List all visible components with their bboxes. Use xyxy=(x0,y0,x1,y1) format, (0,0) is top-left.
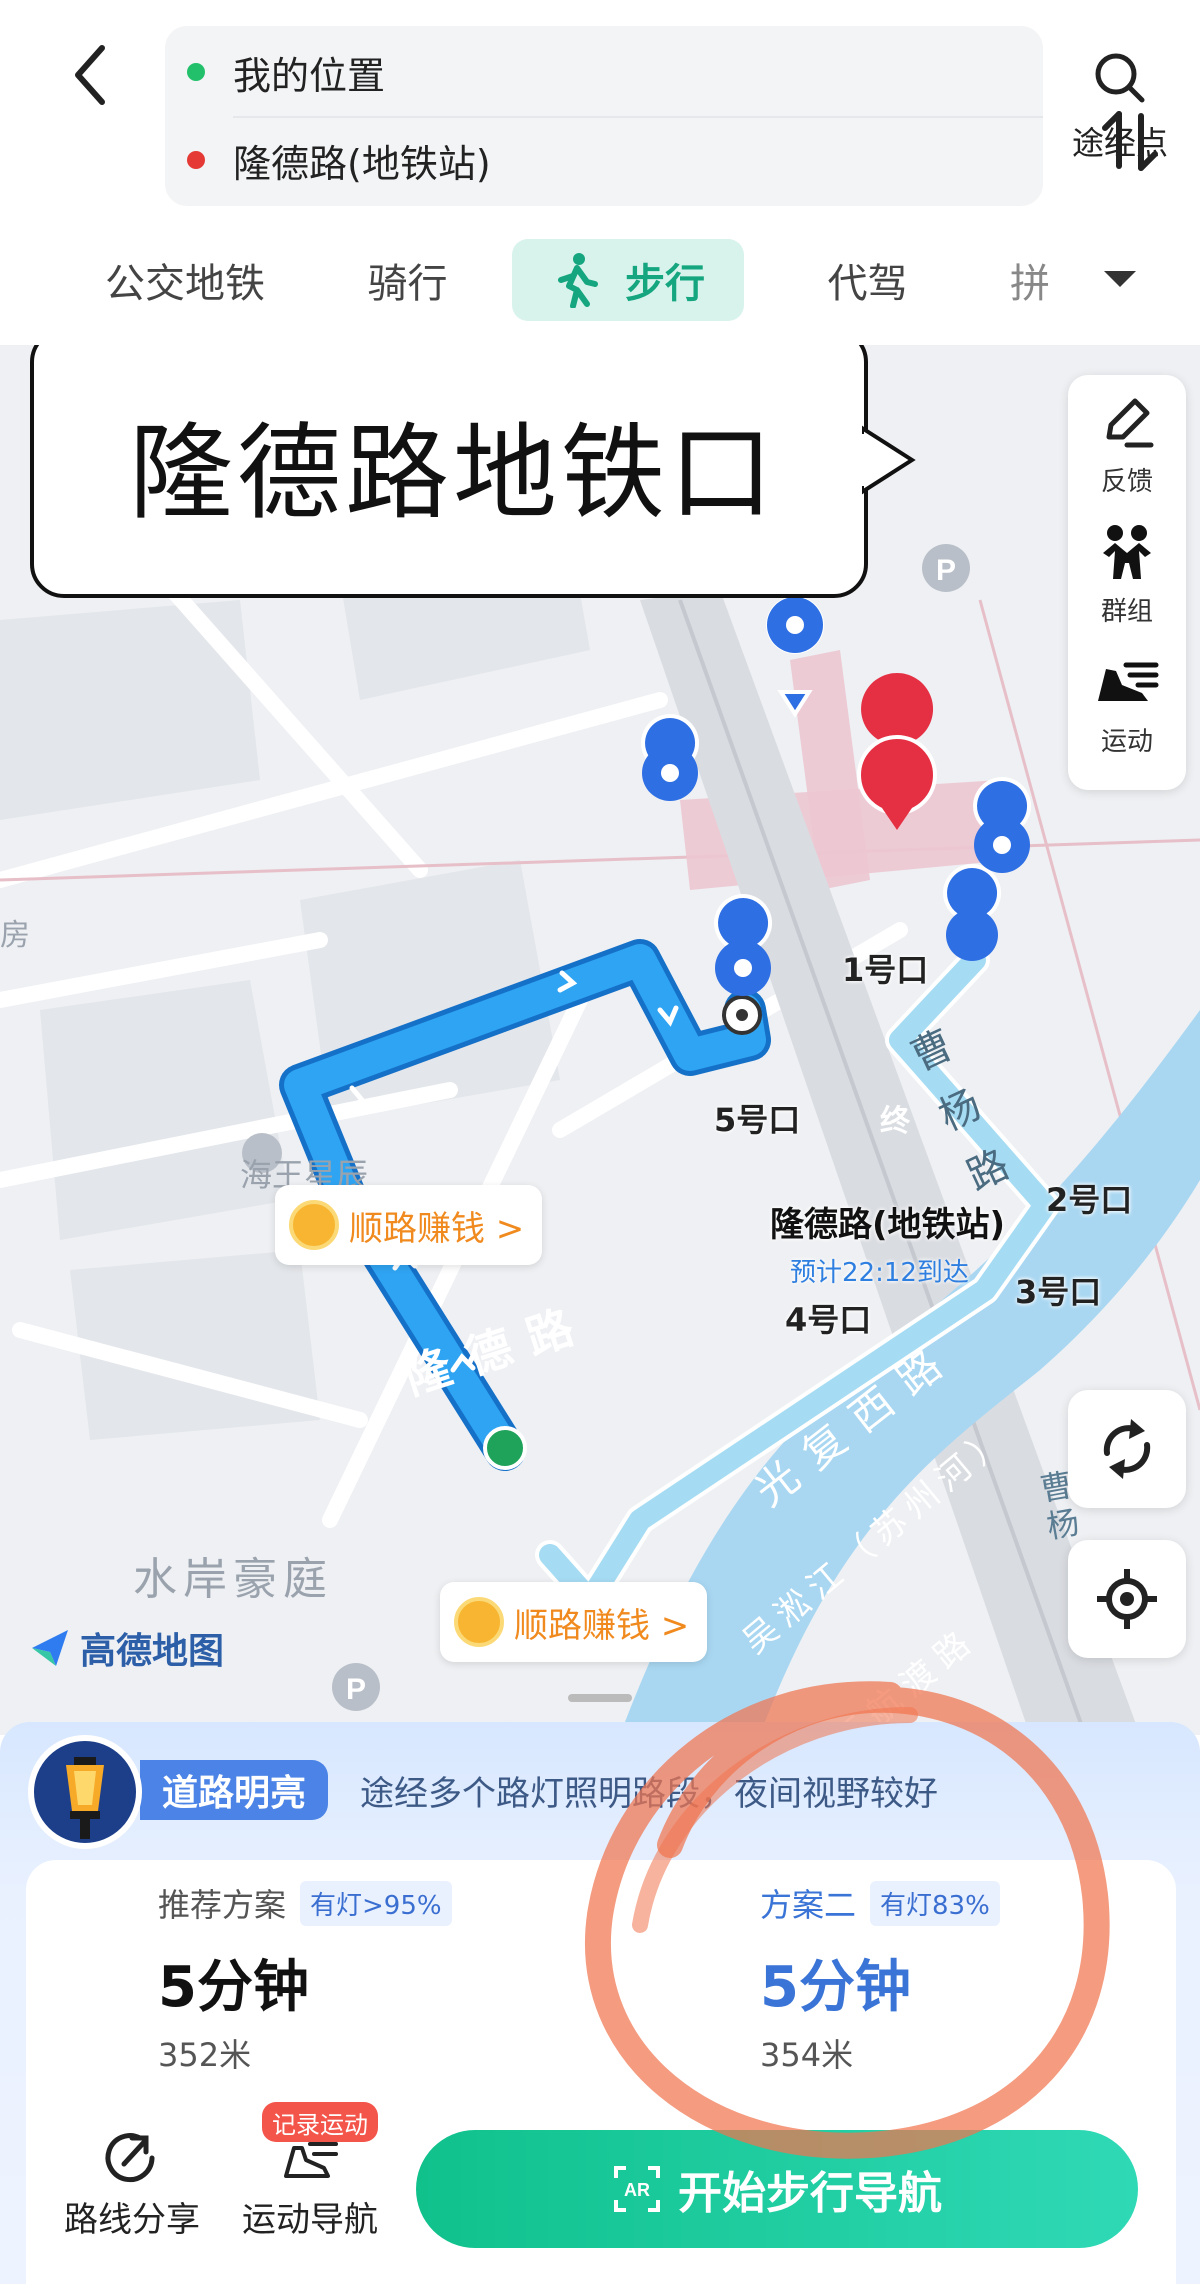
plan-name: 方案二 xyxy=(760,1886,857,1924)
group-people-icon xyxy=(1103,525,1151,579)
destination-callout: 隆德路地铁口 xyxy=(30,328,868,598)
tab-transit[interactable]: 公交地铁 xyxy=(80,239,290,321)
locate-me-button[interactable] xyxy=(1068,1540,1186,1658)
tab-carpool[interactable]: 拼 xyxy=(1000,239,1060,321)
origin-text: 我的位置 xyxy=(233,53,386,98)
sheet-drag-handle[interactable] xyxy=(568,1694,632,1702)
svg-text:P: P xyxy=(346,1673,366,1706)
plan-recommended[interactable]: 推荐方案 有灯>95% 5分钟 352米 xyxy=(158,1880,678,2080)
destination-dot-icon xyxy=(187,151,205,169)
waypoint-button[interactable]: 途经点 xyxy=(1065,50,1175,190)
route-inputs: 我的位置 隆德路(地铁站) xyxy=(165,26,1158,206)
plan-name: 推荐方案 xyxy=(158,1886,287,1924)
feedback-label: 反馈 xyxy=(1100,467,1153,497)
refresh-route-button[interactable] xyxy=(1068,1390,1186,1508)
route-header: 我的位置 隆德路(地铁站) 途经点 公交地铁 骑行 步行 代驾 拼 xyxy=(0,0,1200,345)
amap-logo-icon xyxy=(32,1630,68,1666)
share-route-button[interactable]: 路线分享 xyxy=(52,2130,212,2241)
plan-duration: 5分钟 xyxy=(158,1955,309,2020)
amap-logo: 高德地图 xyxy=(28,1622,224,1674)
caret-down-icon xyxy=(1104,271,1136,287)
refresh-icon xyxy=(1103,1419,1151,1479)
crosshair-icon xyxy=(1097,1569,1157,1629)
group-label: 群组 xyxy=(1100,597,1153,627)
plan-alternative[interactable]: 方案二 有灯83% 5分钟 354米 xyxy=(760,1880,1200,2080)
svg-text:AR: AR xyxy=(624,2180,650,2200)
group-button[interactable]: 群组 xyxy=(1068,523,1186,658)
plan-light-badge: 有灯83% xyxy=(870,1880,1000,1926)
feedback-button[interactable]: 反馈 xyxy=(1068,393,1186,528)
end-marker-label: 终 xyxy=(880,1104,910,1139)
share-route-label: 路线分享 xyxy=(64,2200,200,2240)
plan-duration: 5分钟 xyxy=(760,1955,911,2020)
exit-4-label[interactable]: 4号口 xyxy=(785,1295,871,1341)
map-tools-panel: 反馈 群组 运动 xyxy=(1068,375,1186,790)
destination-text: 隆德路(地铁站) xyxy=(233,141,491,186)
search-icon xyxy=(1095,53,1145,103)
sport-button[interactable]: 运动 xyxy=(1068,653,1186,788)
sport-label: 运动 xyxy=(1100,727,1153,757)
street-lamp-icon xyxy=(28,1735,142,1849)
walking-icon xyxy=(558,253,598,308)
eta-label: 预计22:12到达 xyxy=(790,1258,969,1288)
record-sport-tag: 记录运动 xyxy=(262,2102,378,2142)
tab-chauffeur[interactable]: 代驾 xyxy=(800,239,935,321)
plan-distance: 352米 xyxy=(158,2036,252,2074)
sport-navigation-button[interactable]: 运动导航 xyxy=(230,2130,390,2241)
plan-distance: 354米 xyxy=(760,2036,854,2074)
back-button[interactable] xyxy=(60,40,130,110)
station-name-label[interactable]: 隆德路(地铁站) xyxy=(770,1197,1005,1246)
exit-3-label[interactable]: 3号口 xyxy=(1015,1267,1101,1313)
road-bright-description: 途经多个路灯照明路段，夜间视野较好 xyxy=(360,1774,938,1814)
coin-icon xyxy=(289,1200,339,1250)
earn-money-chip[interactable]: 顺路赚钱 > xyxy=(275,1185,543,1265)
tab-cycling[interactable]: 骑行 xyxy=(340,239,475,321)
poi-label-estate[interactable]: 水岸豪庭 xyxy=(133,1543,333,1607)
start-walking-navigation-button[interactable]: AR 开始步行导航 xyxy=(416,2130,1138,2248)
tab-walking-label: 步行 xyxy=(625,261,705,307)
svg-text:P: P xyxy=(936,554,956,587)
amap-logo-text: 高德地图 xyxy=(80,1631,225,1672)
tab-walking[interactable]: 步行 xyxy=(512,239,744,321)
poi-label-partial: 房 xyxy=(0,918,30,953)
share-icon xyxy=(105,2133,155,2183)
earn-money-chip[interactable]: 顺路赚钱 > xyxy=(440,1582,708,1662)
exit-1-label[interactable]: 1号口 xyxy=(842,945,928,991)
waypoint-label: 途经点 xyxy=(1071,124,1168,162)
callout-text: 隆德路地铁口 xyxy=(128,411,777,534)
destination-field[interactable]: 隆德路(地铁站) xyxy=(165,116,925,204)
exit-2-label[interactable]: 2号口 xyxy=(1046,1175,1132,1221)
more-modes-button[interactable] xyxy=(1100,263,1140,297)
ar-icon: AR xyxy=(614,2166,660,2212)
earn-money-label: 顺路赚钱 > xyxy=(349,1208,525,1249)
earn-money-label: 顺路赚钱 > xyxy=(514,1605,690,1646)
travel-mode-tabs: 公交地铁 骑行 步行 代驾 拼 xyxy=(0,235,1200,325)
callout-tail xyxy=(862,425,916,495)
pencil-icon xyxy=(1106,398,1154,448)
coin-icon xyxy=(454,1597,504,1647)
sport-navigation-label: 运动导航 xyxy=(242,2200,378,2240)
road-bright-tag: 道路明亮 xyxy=(140,1760,329,1820)
plan-light-badge: 有灯>95% xyxy=(300,1880,452,1926)
chevron-left-icon xyxy=(75,45,105,105)
exit-5-label[interactable]: 5号口 xyxy=(714,1095,800,1141)
origin-dot-icon xyxy=(187,63,205,81)
running-shoe-icon xyxy=(1098,662,1159,701)
start-navigation-label: 开始步行导航 xyxy=(678,2168,942,2219)
origin-field[interactable]: 我的位置 xyxy=(165,28,925,116)
